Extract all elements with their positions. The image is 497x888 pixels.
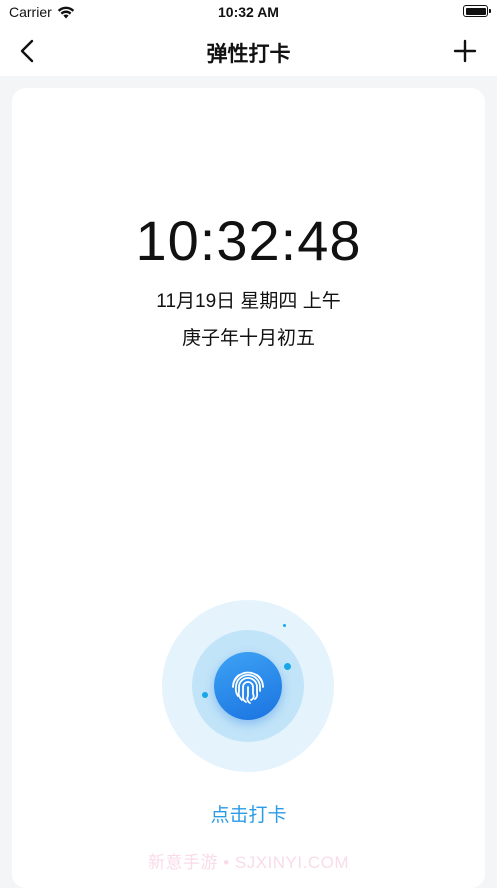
punch-in-button[interactable] [162, 600, 334, 772]
punch-in-label[interactable]: 点击打卡 [12, 800, 485, 827]
plus-icon [453, 39, 477, 63]
decor-dot [284, 663, 291, 670]
current-time: 10:32:48 [135, 209, 362, 272]
decor-dot [202, 692, 208, 698]
lunar-date: 庚子年十月初五 [181, 328, 315, 349]
battery-level [465, 7, 486, 15]
navigation-bar: 弹性打卡 [0, 26, 497, 76]
fingerprint-button[interactable] [214, 652, 282, 720]
decor-dot [283, 624, 286, 627]
watermark: 新意手游 • SJXINYI.COM [147, 853, 350, 872]
status-time: 10:32 AM [218, 4, 279, 20]
clock-card: 10:32:48 11月19日 星期四 上午 庚子年十月初五 点击打卡 新意手游… [12, 88, 485, 888]
fingerprint-icon [232, 671, 264, 704]
battery-icon [463, 5, 491, 17]
current-date: 11月19日 星期四 上午 [156, 291, 341, 312]
page-title: 弹性打卡 [206, 43, 291, 66]
add-button[interactable] [453, 39, 477, 63]
status-bar: Carrier 10:32 AM [0, 0, 497, 26]
